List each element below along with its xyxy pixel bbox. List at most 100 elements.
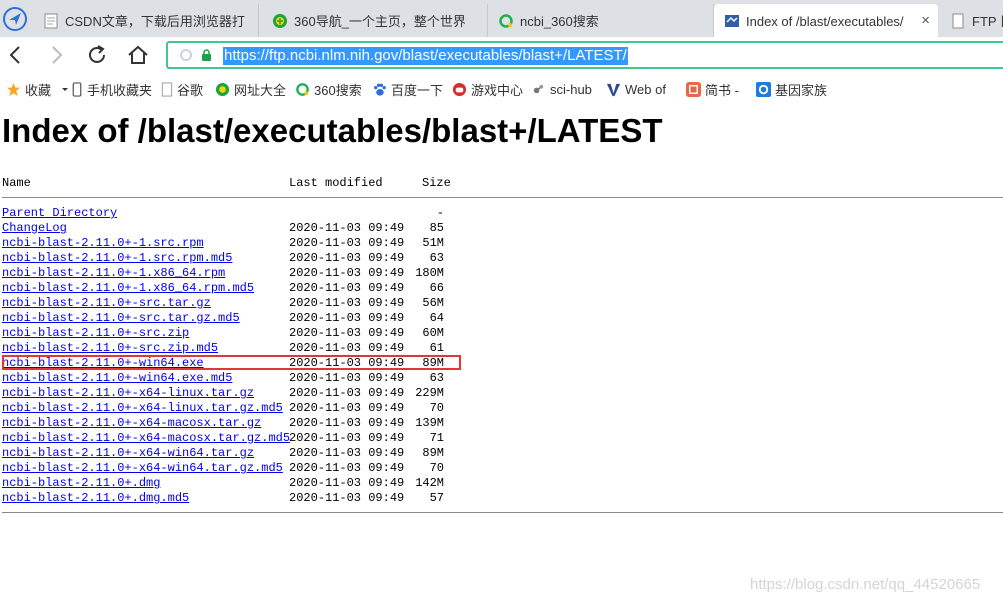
- bookmark-360-search[interactable]: 360搜索: [295, 80, 362, 98]
- file-link[interactable]: ncbi-blast-2.11.0+-1.src.rpm.md5: [2, 251, 232, 266]
- column-header-last-modified[interactable]: Last modified: [289, 176, 383, 190]
- bookmark-label: 网址大全: [234, 82, 287, 98]
- file-link[interactable]: ncbi-blast-2.11.0+.dmg: [2, 476, 160, 491]
- file-size: 70: [429, 401, 444, 415]
- blue-o-icon: [756, 81, 771, 97]
- file-size: -: [436, 206, 444, 220]
- table-row: ncbi-blast-2.11.0+-x64-win64.tar.gz.md5 2…: [2, 461, 1003, 476]
- bookmark-label: 简书 -: [705, 82, 739, 98]
- 360-nav-icon: [215, 82, 230, 96]
- bookmark-jianshu[interactable]: 简书 -: [686, 80, 739, 98]
- url-text[interactable]: https://ftp.ncbi.nlm.nih.gov/blast/execu…: [223, 47, 628, 65]
- file-date: 2020-11-03 09:49: [289, 266, 405, 280]
- file-date: 2020-11-03 09:49: [289, 386, 405, 400]
- phone-icon: [72, 81, 82, 97]
- bookmark-google[interactable]: 谷歌: [161, 80, 203, 98]
- file-listing: Name Last modified Size Parent Directory…: [2, 173, 1003, 513]
- file-date: 2020-11-03 09:49: [289, 341, 405, 355]
- table-row: ncbi-blast-2.11.0+-1.x86_64.rpm 2020-11-0…: [2, 266, 1003, 281]
- address-bar[interactable]: https://ftp.ncbi.nlm.nih.gov/blast/execu…: [166, 41, 1003, 69]
- forward-icon[interactable]: [43, 42, 69, 68]
- column-header-name[interactable]: Name: [2, 176, 31, 190]
- file-link[interactable]: ncbi-blast-2.11.0+-src.zip: [2, 326, 189, 341]
- file-date: 2020-11-03 09:49: [289, 476, 405, 490]
- tab-strip: CSDN文章，下载后用浏览器打 360导航_一个主页，整个世界 ncbi_360…: [0, 0, 1003, 38]
- table-row: ncbi-blast-2.11.0+-src.tar.gz 2020-11-03 …: [2, 296, 1003, 311]
- bookmark-mobile-favorites[interactable]: 手机收藏夹: [71, 80, 152, 98]
- tab-label: FTP 目: [972, 14, 1003, 29]
- file-link[interactable]: ncbi-blast-2.11.0+-x64-win64.tar.gz: [2, 446, 254, 461]
- browser-logo-icon[interactable]: [0, 4, 30, 34]
- table-row: ncbi-blast-2.11.0+-x64-win64.tar.gz 2020-…: [2, 446, 1003, 461]
- file-link[interactable]: ncbi-blast-2.11.0+-x64-linux.tar.gz: [2, 386, 254, 401]
- file-link[interactable]: ncbi-blast-2.11.0+-1.x86_64.rpm.md5: [2, 281, 254, 296]
- file-size: 63: [429, 251, 444, 265]
- home-icon[interactable]: [125, 42, 151, 68]
- file-link[interactable]: ncbi-blast-2.11.0+-src.tar.gz.md5: [2, 311, 240, 326]
- security-shield-icon[interactable]: [180, 49, 192, 61]
- bookmark-label: 谷歌: [177, 82, 204, 98]
- file-date: 2020-11-03 09:49: [289, 431, 405, 445]
- file-size: 85: [429, 221, 444, 235]
- bookmark-web-of-science[interactable]: Web of: [606, 80, 666, 98]
- table-row: ncbi-blast-2.11.0+.dmg 2020-11-03 09:49 14…: [2, 476, 1003, 491]
- file-link[interactable]: ncbi-blast-2.11.0+.dmg.md5: [2, 491, 189, 506]
- file-link[interactable]: ncbi-blast-2.11.0+-src.zip.md5: [2, 341, 218, 356]
- table-row: ncbi-blast-2.11.0+-1.x86_64.rpm.md5 2020-…: [2, 281, 1003, 296]
- tab-index-of-blast[interactable]: Index of /blast/executables/ ×: [714, 4, 938, 38]
- bookmark-favorites[interactable]: 收藏: [6, 80, 69, 98]
- file-size: 229M: [415, 386, 444, 400]
- file-link[interactable]: ncbi-blast-2.11.0+-1.src.rpm: [2, 236, 204, 251]
- listing-header: Name Last modified Size: [2, 173, 1003, 193]
- column-header-size[interactable]: Size: [422, 176, 451, 190]
- file-link[interactable]: ncbi-blast-2.11.0+-x64-linux.tar.gz.md5: [2, 401, 283, 416]
- file-link[interactable]: ChangeLog: [2, 221, 67, 236]
- file-size: 56M: [422, 296, 444, 310]
- file-date: 2020-11-03 09:49: [289, 371, 405, 385]
- file-size: 142M: [415, 476, 444, 490]
- chevron-down-icon[interactable]: [61, 85, 69, 93]
- reload-icon[interactable]: [84, 42, 110, 68]
- file-date: 2020-11-03 09:49: [289, 251, 405, 265]
- file-link[interactable]: ncbi-blast-2.11.0+-win64.exe.md5: [2, 371, 232, 386]
- back-icon[interactable]: [3, 42, 29, 68]
- parent-directory-link[interactable]: Parent Directory: [2, 206, 117, 221]
- file-date: 2020-11-03 09:49: [289, 296, 405, 310]
- 360-search-icon: [499, 13, 513, 28]
- file-link[interactable]: ncbi-blast-2.11.0+-1.x86_64.rpm: [2, 266, 225, 281]
- table-row: ncbi-blast-2.11.0+.dmg.md5 2020-11-03 09:…: [2, 491, 1003, 506]
- tab-ftp[interactable]: FTP 目: [940, 4, 1003, 37]
- bookmark-gene-family[interactable]: 基因家族: [756, 80, 827, 98]
- file-date: 2020-11-03 09:49: [289, 281, 405, 295]
- 360-nav-icon: [273, 13, 287, 28]
- file-size: 61: [429, 341, 444, 355]
- 360-search-icon: [296, 82, 309, 96]
- table-row: ncbi-blast-2.11.0+-x64-macosx.tar.gz.md5…: [2, 431, 1003, 446]
- file-link[interactable]: ncbi-blast-2.11.0+-x64-macosx.tar.gz.md5: [2, 431, 290, 446]
- csdn-page-icon: [44, 13, 58, 28]
- bookmark-sci-hub[interactable]: sci-hub: [531, 80, 592, 98]
- tab-csdn[interactable]: CSDN文章，下载后用浏览器打: [33, 4, 259, 37]
- header-divider: [2, 197, 1003, 198]
- close-tab-icon[interactable]: ×: [921, 12, 930, 29]
- tab-label: Index of /blast/executables/: [746, 13, 904, 29]
- bookmark-baidu[interactable]: 百度一下: [372, 80, 443, 98]
- tab-360-nav[interactable]: 360导航_一个主页，整个世界: [262, 4, 488, 37]
- file-size: 89M: [422, 446, 444, 460]
- web-of-science-icon: [606, 83, 621, 96]
- file-date: 2020-11-03 09:49: [289, 416, 405, 430]
- bookmark-hao360[interactable]: 网址大全: [215, 80, 286, 98]
- table-row: ncbi-blast-2.11.0+-win64.exe.md5 2020-11-…: [2, 371, 1003, 386]
- footer-divider: [2, 512, 1003, 513]
- file-size: 66: [429, 281, 444, 295]
- bookmark-label: 游戏中心: [471, 82, 524, 98]
- navigation-toolbar: https://ftp.ncbi.nlm.nih.gov/blast/execu…: [0, 37, 1003, 74]
- lock-icon[interactable]: [201, 49, 212, 61]
- file-link[interactable]: ncbi-blast-2.11.0+-x64-win64.tar.gz.md5: [2, 461, 283, 476]
- file-link[interactable]: ncbi-blast-2.11.0+-x64-macosx.tar.gz: [2, 416, 261, 431]
- bookmark-game-center[interactable]: 游戏中心: [452, 80, 523, 98]
- game-icon: [452, 82, 467, 96]
- file-link[interactable]: ncbi-blast-2.11.0+-src.tar.gz: [2, 296, 211, 311]
- tab-ncbi-search[interactable]: ncbi_360搜索: [488, 4, 714, 37]
- table-row: ncbi-blast-2.11.0+-src.tar.gz.md5 2020-11…: [2, 311, 1003, 326]
